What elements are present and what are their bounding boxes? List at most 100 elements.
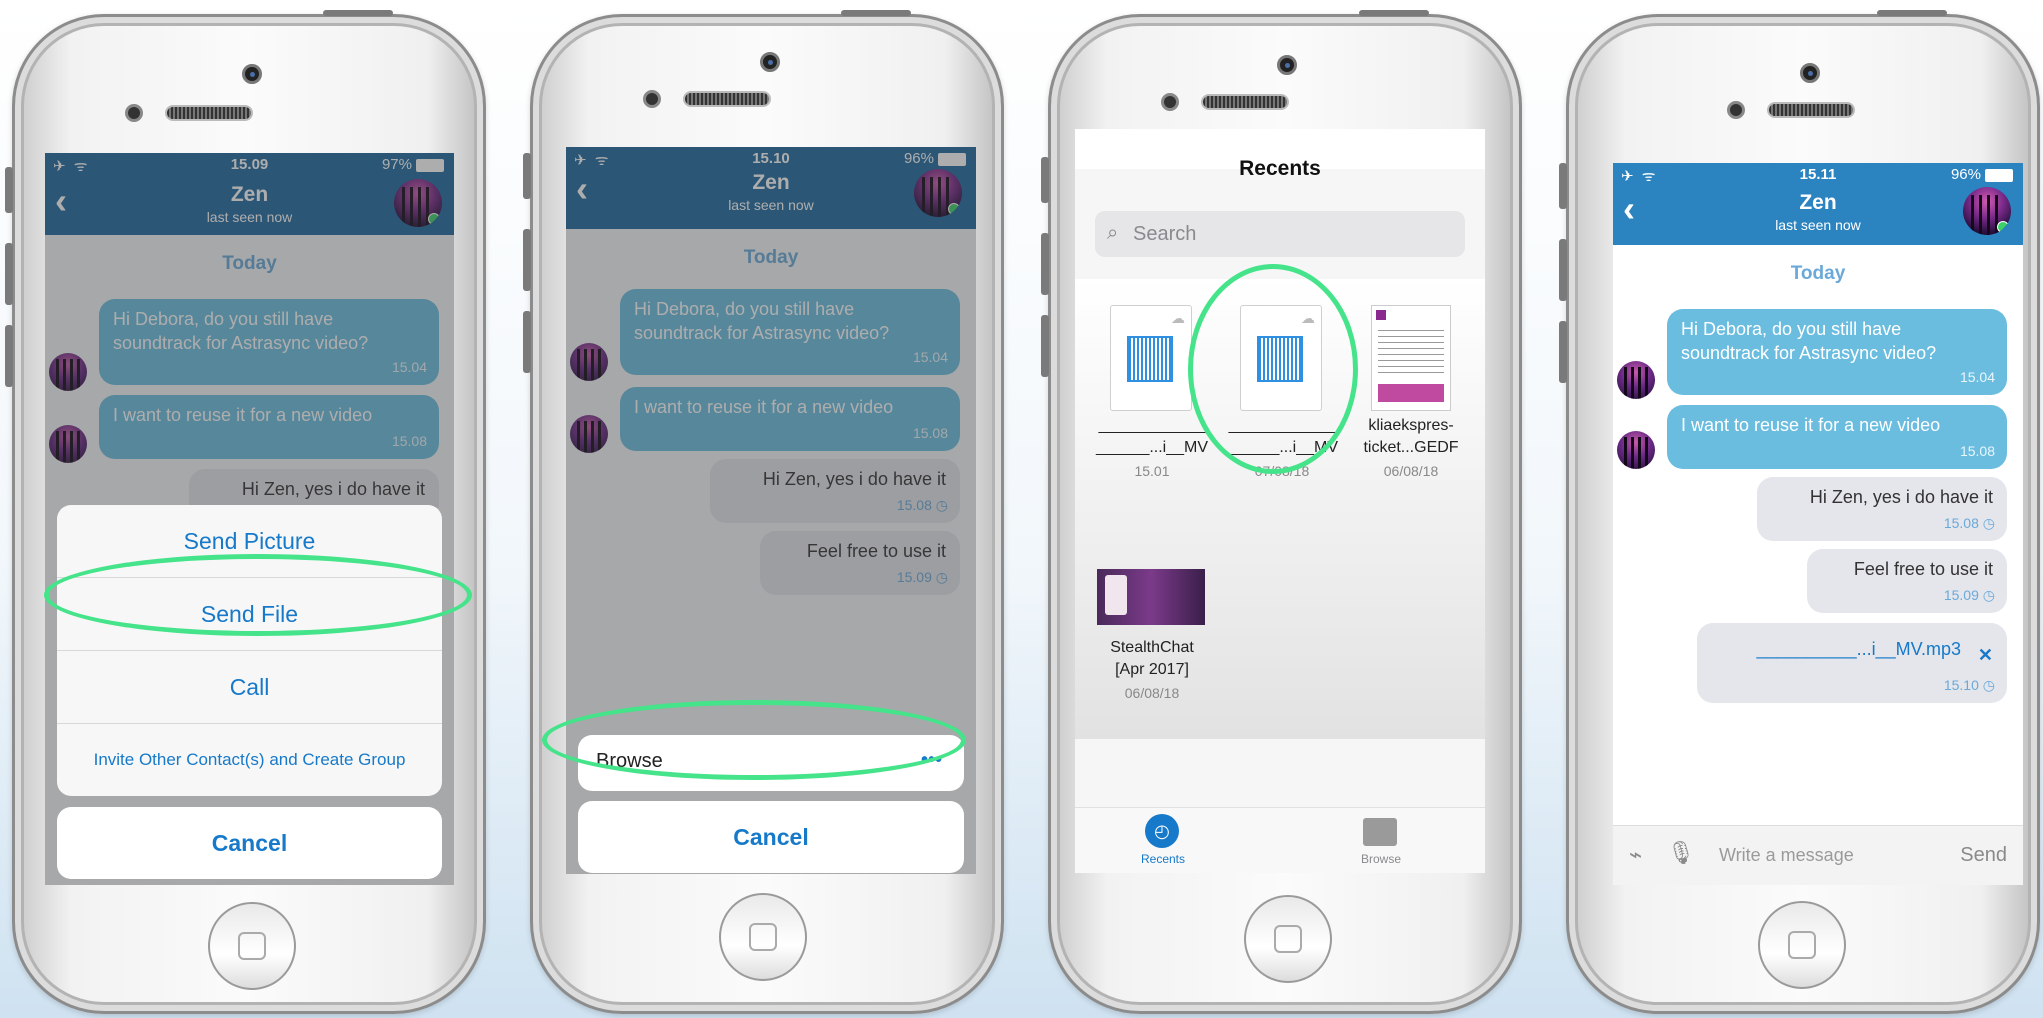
cloud-icon: ☁ — [1171, 310, 1185, 326]
audio-file-thumbnail[interactable]: ☁ — [1240, 305, 1322, 411]
message-bubble[interactable]: I want to reuse it for a new video 15.08 — [1667, 405, 2007, 469]
browse-label: Browse — [596, 750, 663, 772]
stealthchat-thumbnail[interactable] — [1097, 569, 1205, 625]
status-battery: 96% — [1951, 166, 2013, 183]
power-button — [841, 10, 911, 16]
recents-title: Recents — [1239, 157, 1321, 180]
tab-bar: ◴ Recents Browse — [1075, 807, 1485, 873]
file-date: 06/08/18 — [1383, 463, 1439, 479]
message-bubble[interactable]: Hi Zen, yes i do have it 15.08 ◷ — [1757, 477, 2007, 541]
call-button[interactable]: Call — [57, 651, 442, 724]
message-time: 15.08 — [1959, 443, 1995, 459]
audio-file-thumbnail[interactable]: ☁ — [1110, 305, 1192, 411]
earpiece-speaker — [1201, 94, 1289, 110]
day-label: Today — [1790, 263, 1846, 284]
volume-up-button — [1559, 239, 1567, 301]
volume-up-button — [5, 243, 13, 305]
contact-avatar[interactable] — [1963, 187, 2011, 235]
waveform-icon — [1127, 336, 1173, 382]
proximity-sensor — [1161, 93, 1179, 111]
cancel-button[interactable]: Cancel — [57, 807, 442, 879]
sender-avatar — [1617, 431, 1655, 469]
volume-down-button — [5, 325, 13, 387]
message-text: Hi Debora, do you still have soundtrack … — [1681, 319, 1937, 363]
proximity-sensor — [1727, 101, 1745, 119]
action-sheet: Send Picture Send File Call Invite Other… — [57, 505, 442, 796]
home-button[interactable] — [1244, 895, 1332, 983]
screen: ✈ ᯤ 15.09 97% ‹ Zen last seen now Today … — [45, 153, 454, 885]
phone-image-icon — [1105, 575, 1127, 615]
time-value: 15.09 — [1943, 587, 1979, 603]
contact-name: Zen — [1799, 191, 1837, 214]
earpiece-speaker — [1767, 102, 1855, 118]
battery-icon — [1985, 168, 2013, 182]
search-placeholder: Search — [1133, 223, 1197, 245]
earpiece-speaker — [165, 105, 253, 121]
phone-4: ✈ ᯤ 15.11 96% ‹ Zen last seen now Today … — [1559, 10, 2040, 1014]
search-field[interactable]: ⌕ Search — [1095, 211, 1465, 257]
file-name-line: ticket...GEDF — [1363, 439, 1459, 456]
message-time: 15.10 ◷ — [1943, 677, 1995, 693]
microphone-icon[interactable]: 🎙 — [1667, 840, 1695, 866]
file-date: 06/08/18 — [1124, 685, 1180, 701]
cloud-icon: ☁ — [1301, 310, 1315, 326]
online-indicator — [1997, 221, 2009, 233]
phone-1: ✈ ᯤ 15.09 97% ‹ Zen last seen now Today … — [5, 10, 486, 1014]
file-name[interactable]: ____________ ______...i__MV — [1089, 415, 1215, 459]
cancel-button[interactable]: Cancel — [578, 801, 964, 873]
message-bubble[interactable]: Feel free to use it 15.09 ◷ — [1807, 549, 2007, 613]
file-name-line: StealthChat — [1110, 639, 1194, 656]
sender-avatar — [1617, 361, 1655, 399]
folder-icon[interactable] — [1363, 818, 1397, 846]
mute-switch — [5, 167, 13, 213]
last-seen: last seen now — [1775, 217, 1861, 233]
file-message-bubble[interactable]: __________...i__MV.mp3 ✕ 15.10 ◷ — [1697, 623, 2007, 703]
file-name-line: ____________ — [1098, 417, 1206, 434]
screen: ✈ ᯤ 15.10 96% ‹ Zen last seen now Today … — [566, 147, 976, 874]
status-bar: ✈ ᯤ 15.11 96% — [1613, 163, 2023, 185]
send-button[interactable]: Send — [1960, 844, 2007, 867]
send-file-button[interactable]: Send File — [57, 578, 442, 651]
phone-3: Recents ⌕ Search ☁ ____________ ______...… — [1041, 10, 1522, 1014]
attachment-icon[interactable]: ⌁ — [1629, 842, 1642, 868]
front-camera — [1800, 63, 1820, 83]
mute-switch — [523, 153, 531, 199]
mute-switch — [1041, 157, 1049, 203]
cancel-upload-icon[interactable]: ✕ — [1978, 643, 1993, 667]
proximity-sensor — [125, 104, 143, 122]
browse-option[interactable]: Browse ••• — [578, 735, 964, 791]
ticket-pdf-thumbnail[interactable] — [1371, 305, 1451, 411]
message-input[interactable]: Write a message — [1719, 845, 1854, 866]
file-name[interactable]: __________...i__MV.mp3 — [1711, 631, 1962, 661]
time-value: 15.08 — [1943, 515, 1979, 531]
front-camera — [760, 52, 780, 72]
file-name[interactable]: ____________ ______...i__MV — [1219, 415, 1345, 459]
message-time: 15.08 ◷ — [1943, 515, 1995, 531]
home-button[interactable] — [719, 893, 807, 981]
volume-down-button — [1041, 315, 1049, 377]
file-name-line: ______...i__MV — [1225, 439, 1339, 456]
waveform-icon — [1257, 336, 1303, 382]
clock-icon[interactable]: ◴ — [1145, 814, 1179, 848]
pdf-banner — [1378, 384, 1444, 402]
file-name[interactable]: StealthChat [Apr 2017] — [1089, 637, 1215, 681]
pdf-text-lines — [1378, 330, 1444, 376]
file-name[interactable]: kliaekspres-ticket...GEDF — [1347, 415, 1475, 459]
screen: Recents ⌕ Search ☁ ____________ ______...… — [1075, 129, 1485, 873]
more-icon[interactable]: ••• — [921, 749, 942, 772]
file-name-line: [Apr 2017] — [1115, 661, 1189, 678]
volume-up-button — [1041, 233, 1049, 295]
search-icon: ⌕ — [1107, 222, 1119, 244]
message-text: Feel free to use it — [1853, 559, 1993, 579]
home-button[interactable] — [1758, 901, 1846, 989]
file-name-line: kliaekspres- — [1368, 417, 1454, 434]
message-text: Hi Zen, yes i do have it — [1809, 487, 1993, 507]
send-picture-button[interactable]: Send Picture — [57, 505, 442, 578]
volume-down-button — [1559, 321, 1567, 383]
tab-recents[interactable]: Recents — [1121, 852, 1205, 866]
tab-browse[interactable]: Browse — [1339, 852, 1423, 866]
home-button[interactable] — [208, 902, 296, 990]
message-bubble[interactable]: Hi Debora, do you still have soundtrack … — [1667, 309, 2007, 395]
invite-create-group-button[interactable]: Invite Other Contact(s) and Create Group — [57, 724, 442, 796]
volume-down-button — [523, 311, 531, 373]
